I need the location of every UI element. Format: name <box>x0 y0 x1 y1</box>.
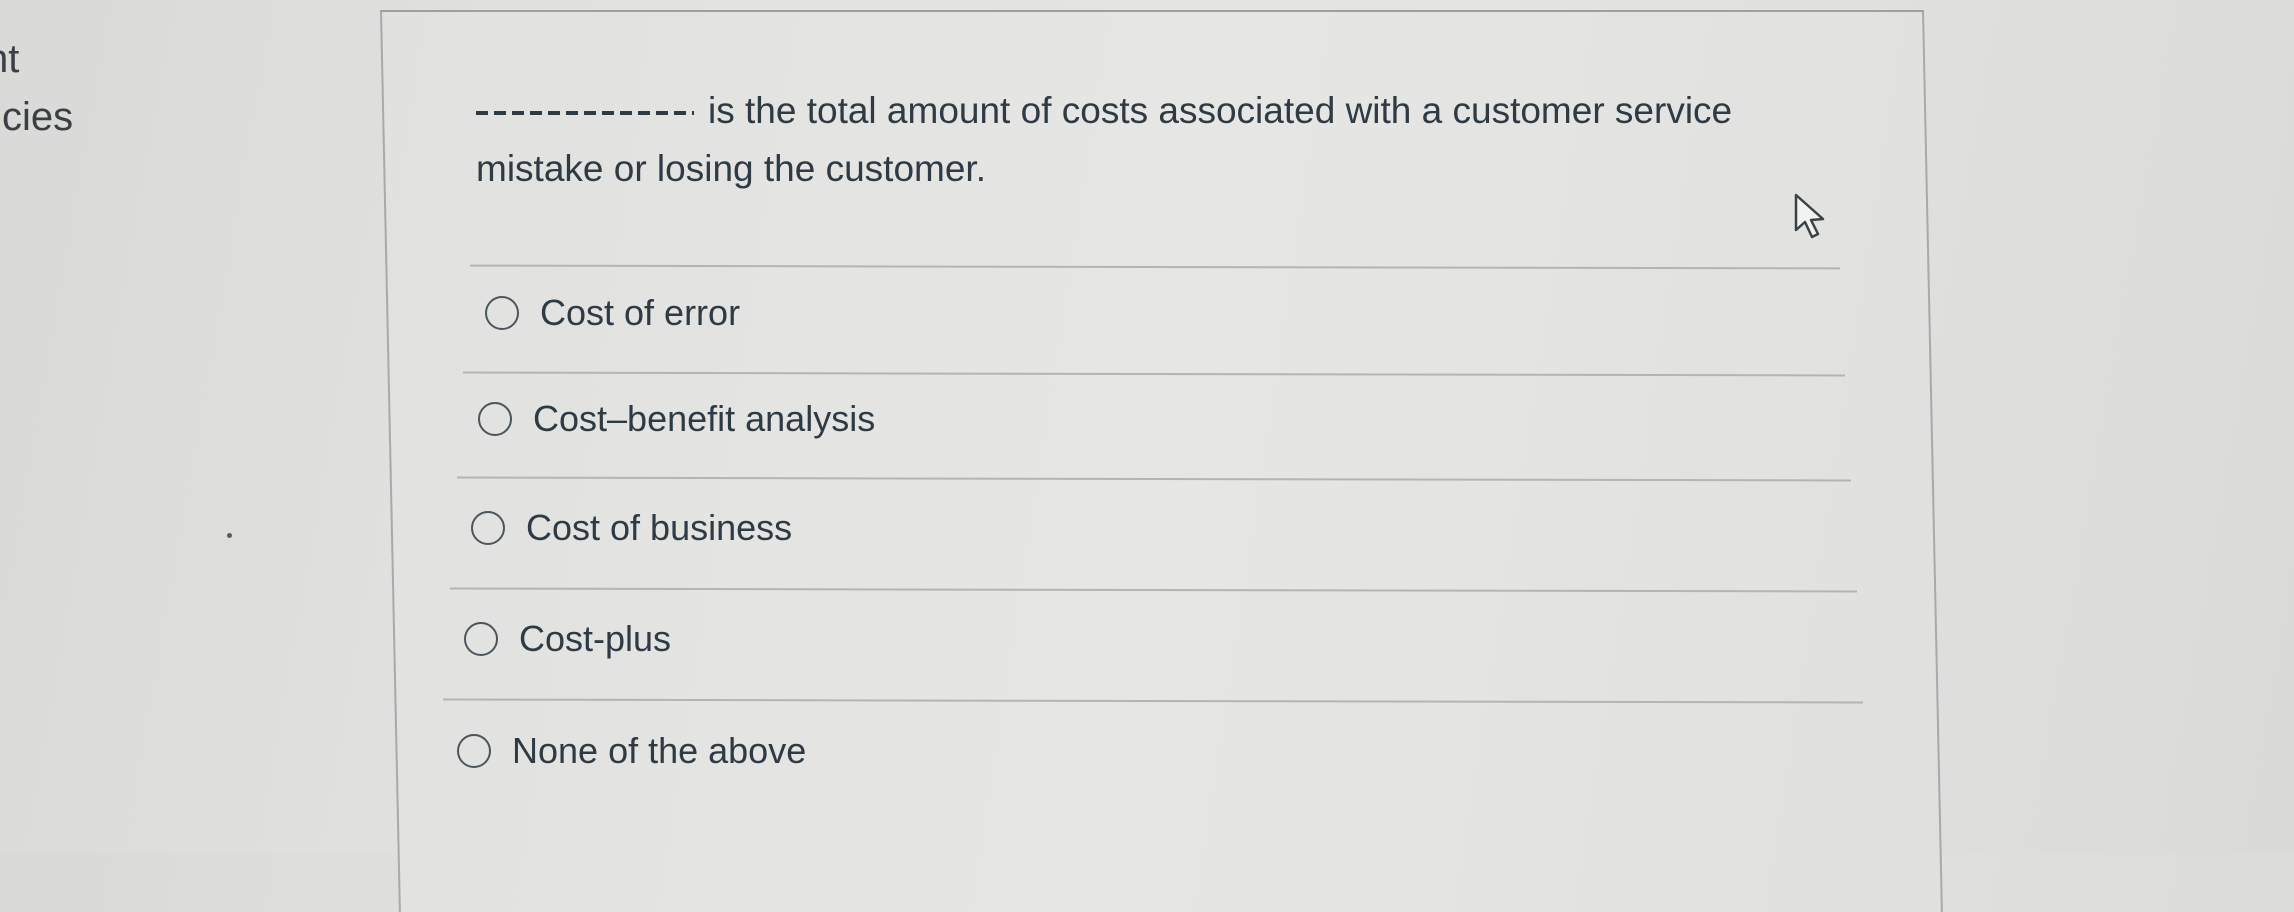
radio-button[interactable] <box>457 734 491 768</box>
answer-option[interactable]: Cost of business <box>471 507 792 549</box>
answer-label: None of the above <box>512 730 807 771</box>
answer-option[interactable]: Cost of error <box>485 292 740 334</box>
fill-in-blank <box>476 111 694 116</box>
answer-option[interactable]: Cost-plus <box>464 618 671 660</box>
radio-button[interactable] <box>464 622 498 656</box>
radio-button[interactable] <box>485 296 519 330</box>
answer-option[interactable]: None of the above <box>457 730 806 772</box>
answer-option[interactable]: Cost–benefit analysis <box>478 398 875 440</box>
background-dot <box>227 533 232 538</box>
sidebar-fragment-text: nt <box>0 37 20 81</box>
mouse-pointer-icon <box>1794 193 1825 239</box>
answer-label: Cost of error <box>540 292 741 333</box>
radio-button[interactable] <box>471 511 505 545</box>
sidebar-fragment-text: cies <box>2 95 74 139</box>
question-text: is the total amount of costs associated … <box>476 82 1776 198</box>
sidebar-fragment: nt cies <box>0 30 73 146</box>
answer-label: Cost of business <box>526 507 793 548</box>
question-body: is the total amount of costs associated … <box>476 90 1733 189</box>
radio-button[interactable] <box>478 402 512 436</box>
answer-label: Cost–benefit analysis <box>533 398 876 439</box>
answer-label: Cost-plus <box>519 618 672 659</box>
